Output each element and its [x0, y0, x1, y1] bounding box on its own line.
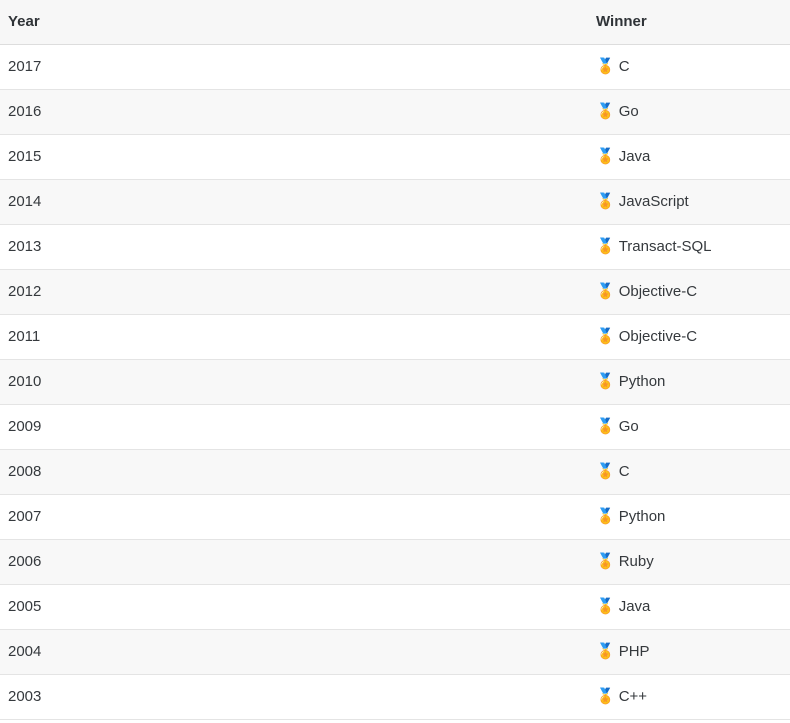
column-header-year[interactable]: Year — [0, 0, 588, 45]
cell-year: 2003 — [0, 674, 588, 720]
sports-medal-icon: 🏅 — [596, 462, 615, 480]
sports-medal-icon: 🏅 — [596, 192, 615, 210]
sports-medal-icon: 🏅 — [596, 507, 615, 525]
sports-medal-icon: 🏅 — [596, 237, 615, 255]
sports-medal-icon: 🏅 — [596, 552, 615, 570]
cell-winner: 🏅 Go — [588, 89, 790, 135]
sports-medal-icon: 🏅 — [596, 642, 615, 660]
winner-value: 🏅 Python — [596, 507, 665, 527]
cell-winner: 🏅 Transact-SQL — [588, 224, 790, 270]
table-row: 2013 🏅 Transact-SQL — [0, 224, 790, 270]
sports-medal-icon: 🏅 — [596, 687, 615, 705]
winner-value: 🏅 Java — [596, 597, 650, 617]
table-row: 2014 🏅 JavaScript — [0, 179, 790, 225]
winner-label: Transact-SQL — [618, 237, 712, 255]
cell-year: 2014 — [0, 179, 588, 225]
winner-value: 🏅 C — [596, 57, 630, 77]
winner-label: Objective-C — [618, 327, 698, 345]
column-header-winner[interactable]: Winner — [588, 0, 790, 45]
cell-year: 2012 — [0, 269, 588, 315]
cell-winner: 🏅 Ruby — [588, 539, 790, 585]
winner-label: Python — [618, 372, 666, 390]
cell-winner: 🏅 Objective-C — [588, 269, 790, 315]
sports-medal-icon: 🏅 — [596, 417, 615, 435]
winner-label: Go — [618, 417, 639, 435]
winner-value: 🏅 C — [596, 462, 630, 482]
table-row: 2010 🏅 Python — [0, 359, 790, 405]
winner-label: Python — [618, 507, 666, 525]
winners-table-container: Year Winner 2017 🏅 C 2016 🏅 Go 2015 🏅 Java 2014 🏅 J… — [0, 0, 790, 720]
cell-year: 2011 — [0, 314, 588, 360]
winner-value: 🏅 C++ — [596, 687, 647, 707]
table-row: 2016 🏅 Go — [0, 89, 790, 135]
winner-value: 🏅 Python — [596, 372, 665, 392]
cell-year: 2008 — [0, 449, 588, 495]
cell-year: 2005 — [0, 584, 588, 630]
cell-winner: 🏅 Python — [588, 359, 790, 405]
table-row: 2004 🏅 PHP — [0, 629, 790, 675]
winner-label: Ruby — [618, 552, 654, 570]
winner-value: 🏅 JavaScript — [596, 192, 689, 212]
cell-year: 2013 — [0, 224, 588, 270]
table-row: 2011 🏅 Objective-C — [0, 314, 790, 360]
cell-year: 2009 — [0, 404, 588, 450]
table-header: Year Winner — [0, 0, 790, 45]
sports-medal-icon: 🏅 — [596, 102, 615, 120]
winner-label: C++ — [618, 687, 648, 705]
table-row: 2007 🏅 Python — [0, 494, 790, 540]
winner-label: PHP — [618, 642, 650, 660]
cell-winner: 🏅 Objective-C — [588, 314, 790, 360]
cell-winner: 🏅 C++ — [588, 674, 790, 720]
cell-winner: 🏅 JavaScript — [588, 179, 790, 225]
winner-label: Java — [618, 597, 651, 615]
winner-value: 🏅 Ruby — [596, 552, 654, 572]
table-body: 2017 🏅 C 2016 🏅 Go 2015 🏅 Java 2014 🏅 JavaScript 201… — [0, 44, 790, 720]
table-row: 2006 🏅 Ruby — [0, 539, 790, 585]
cell-winner: 🏅 Java — [588, 584, 790, 630]
cell-winner: 🏅 Python — [588, 494, 790, 540]
winner-label: JavaScript — [618, 192, 689, 210]
cell-year: 2006 — [0, 539, 588, 585]
sports-medal-icon: 🏅 — [596, 372, 615, 390]
winner-label: Java — [618, 147, 651, 165]
cell-year: 2015 — [0, 134, 588, 180]
cell-winner: 🏅 C — [588, 449, 790, 495]
sports-medal-icon: 🏅 — [596, 597, 615, 615]
table-row: 2009 🏅 Go — [0, 404, 790, 450]
cell-year: 2010 — [0, 359, 588, 405]
sports-medal-icon: 🏅 — [596, 282, 615, 300]
table-row: 2017 🏅 C — [0, 44, 790, 90]
winners-table: Year Winner 2017 🏅 C 2016 🏅 Go 2015 🏅 Java 2014 🏅 J… — [0, 0, 790, 720]
table-row: 2015 🏅 Java — [0, 134, 790, 180]
sports-medal-icon: 🏅 — [596, 57, 615, 75]
sports-medal-icon: 🏅 — [596, 147, 615, 165]
cell-winner: 🏅 Go — [588, 404, 790, 450]
cell-winner: 🏅 C — [588, 44, 790, 90]
cell-winner: 🏅 PHP — [588, 629, 790, 675]
winner-label: C — [618, 462, 630, 480]
table-header-row: Year Winner — [0, 0, 790, 45]
table-row: 2005 🏅 Java — [0, 584, 790, 630]
winner-value: 🏅 Go — [596, 417, 639, 437]
table-row: 2003 🏅 C++ — [0, 674, 790, 720]
cell-year: 2017 — [0, 44, 588, 90]
cell-winner: 🏅 Java — [588, 134, 790, 180]
winner-value: 🏅 Objective-C — [596, 282, 697, 302]
cell-year: 2016 — [0, 89, 588, 135]
winner-value: 🏅 Go — [596, 102, 639, 122]
winner-value: 🏅 Objective-C — [596, 327, 697, 347]
winner-value: 🏅 PHP — [596, 642, 650, 662]
cell-year: 2007 — [0, 494, 588, 540]
winner-label: C — [618, 57, 630, 75]
table-row: 2012 🏅 Objective-C — [0, 269, 790, 315]
winner-value: 🏅 Java — [596, 147, 650, 167]
table-row: 2008 🏅 C — [0, 449, 790, 495]
cell-year: 2004 — [0, 629, 588, 675]
winner-value: 🏅 Transact-SQL — [596, 237, 712, 257]
winner-label: Go — [618, 102, 639, 120]
sports-medal-icon: 🏅 — [596, 327, 615, 345]
winner-label: Objective-C — [618, 282, 698, 300]
